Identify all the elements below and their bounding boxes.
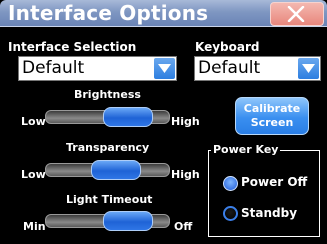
brightness-max-label: High: [171, 115, 200, 128]
calibrate-screen-button[interactable]: Calibrate Screen: [235, 97, 309, 135]
keyboard-value: Default: [198, 58, 261, 78]
transparency-max-label: High: [171, 168, 200, 181]
keyboard-label: Keyboard: [195, 40, 260, 54]
window-title: Interface Options: [8, 1, 209, 25]
power-off-label: Power Off: [241, 175, 308, 189]
chevron-down-icon: [302, 64, 315, 73]
title-bar: Interface Options: [0, 0, 327, 27]
transparency-slider[interactable]: [45, 160, 170, 180]
transparency-thumb[interactable]: [91, 160, 141, 180]
interface-selection-value: Default: [22, 58, 85, 78]
calibrate-line2: Screen: [250, 116, 294, 129]
calibrate-line1: Calibrate: [243, 102, 301, 115]
interface-selection-toggle[interactable]: [154, 58, 175, 79]
keyboard-dropdown[interactable]: Default: [194, 56, 321, 81]
brightness-min-label: Low: [21, 115, 46, 128]
close-button[interactable]: [270, 2, 324, 26]
close-icon: [287, 6, 305, 22]
power-key-legend: Power Key: [211, 143, 281, 156]
power-key-group: Power Key Power Off Standby: [208, 143, 320, 237]
transparency-label: Transparency: [66, 141, 150, 154]
brightness-label: Brightness: [74, 88, 141, 101]
light-timeout-thumb[interactable]: [103, 211, 153, 231]
light-timeout-slider[interactable]: [45, 211, 170, 231]
chevron-down-icon: [158, 64, 171, 73]
interface-options-window: Interface Options Interface Selection De…: [0, 0, 327, 244]
standby-radio[interactable]: [223, 206, 238, 221]
light-timeout-max-label: Off: [174, 220, 193, 233]
transparency-min-label: Low: [21, 168, 46, 181]
standby-label: Standby: [241, 206, 298, 220]
brightness-thumb[interactable]: [103, 107, 153, 127]
light-timeout-label: Light Timeout: [66, 193, 153, 206]
brightness-slider[interactable]: [45, 107, 170, 127]
power-off-radio[interactable]: [223, 176, 238, 191]
keyboard-toggle[interactable]: [298, 58, 319, 79]
light-timeout-min-label: Min: [23, 220, 46, 233]
interface-selection-label: Interface Selection: [8, 40, 137, 54]
interface-selection-dropdown[interactable]: Default: [18, 56, 177, 81]
